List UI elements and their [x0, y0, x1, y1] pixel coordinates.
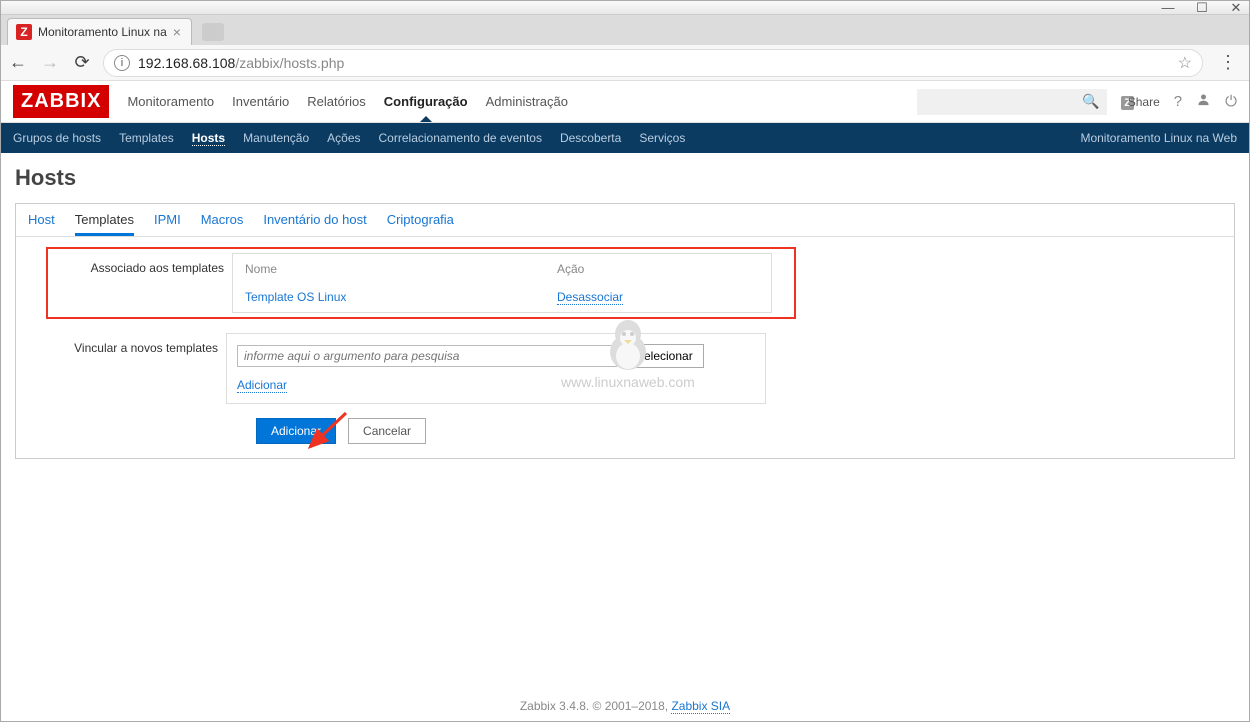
subnav-descoberta[interactable]: Descoberta [560, 131, 621, 145]
link-new-box: Selecionar Adicionar [226, 333, 766, 404]
window-titlebar: — ☐ ✕ [1, 1, 1249, 15]
reload-button[interactable]: ⟳ [71, 52, 93, 73]
host-tabs: Host Templates IPMI Macros Inventário do… [16, 204, 1234, 237]
forward-button[interactable]: → [39, 52, 61, 73]
help-icon[interactable]: ? [1174, 93, 1182, 110]
form-area: Associado aos templates Nome Ação Templa… [16, 237, 1234, 444]
tab-templates[interactable]: Templates [75, 212, 134, 236]
add-button[interactable]: Adicionar [256, 418, 336, 444]
subnav-correlacionamento[interactable]: Correlacionamento de eventos [379, 131, 542, 145]
browser-toolbar: ← → ⟳ i 192.168.68.108/zabbix/hosts.php … [1, 45, 1249, 81]
tab-ipmi[interactable]: IPMI [154, 212, 181, 236]
associated-templates-table: Nome Ação Template OS Linux Desassociar [232, 253, 772, 313]
new-tab-button[interactable] [202, 23, 224, 41]
subnav-manutencao[interactable]: Manutenção [243, 131, 309, 145]
cancel-button[interactable]: Cancelar [348, 418, 426, 444]
label-associated: Associado aos templates [52, 253, 232, 275]
subnav-right-text: Monitoramento Linux na Web [1080, 131, 1237, 145]
tab-close-icon[interactable]: × [173, 24, 181, 40]
template-link[interactable]: Template OS Linux [245, 290, 346, 304]
back-button[interactable]: ← [7, 52, 29, 73]
tab-inventario[interactable]: Inventário do host [263, 212, 366, 236]
subnav-templates[interactable]: Templates [119, 131, 174, 145]
tab-criptografia[interactable]: Criptografia [387, 212, 454, 236]
browser-tab-title: Monitoramento Linux na [38, 25, 167, 39]
footer: Zabbix 3.4.8. © 2001–2018, Zabbix SIA [1, 699, 1249, 713]
favicon-icon: Z [16, 24, 32, 40]
top-nav: Monitoramento Inventário Relatórios Conf… [127, 82, 568, 121]
dropdown-indicator-icon [420, 116, 432, 122]
page-content: Hosts Host Templates IPMI Macros Inventá… [1, 153, 1249, 471]
label-link-new: Vincular a novos templates [46, 333, 226, 355]
template-search-input[interactable] [237, 345, 617, 367]
url-path: /zabbix/hosts.php [235, 55, 344, 71]
topnav-relatorios[interactable]: Relatórios [307, 82, 366, 121]
col-header-name: Nome [235, 256, 545, 282]
browser-tabstrip: Z Monitoramento Linux na × [1, 15, 1249, 45]
main-panel: Host Templates IPMI Macros Inventário do… [15, 203, 1235, 459]
tab-macros[interactable]: Macros [201, 212, 244, 236]
global-search[interactable]: 🔍 [917, 89, 1107, 115]
site-info-icon[interactable]: i [114, 55, 130, 71]
address-bar[interactable]: i 192.168.68.108/zabbix/hosts.php ☆ [103, 49, 1203, 77]
add-template-link[interactable]: Adicionar [237, 378, 287, 393]
subnav-acoes[interactable]: Ações [327, 131, 360, 145]
topnav-inventario[interactable]: Inventário [232, 82, 289, 121]
button-row: Adicionar Cancelar [256, 418, 1234, 444]
footer-text: Zabbix 3.4.8. © 2001–2018, [520, 699, 672, 713]
tab-host[interactable]: Host [28, 212, 55, 236]
table-row: Template OS Linux Desassociar [235, 284, 769, 310]
subnav-servicos[interactable]: Serviços [639, 131, 685, 145]
window-close-button[interactable]: ✕ [1229, 1, 1243, 15]
zabbix-subnav: Grupos de hosts Templates Hosts Manutenç… [1, 123, 1249, 153]
user-icon[interactable] [1196, 92, 1211, 111]
col-header-action: Ação [547, 256, 769, 282]
bookmark-star-icon[interactable]: ☆ [1178, 53, 1192, 73]
topnav-configuracao[interactable]: Configuração [384, 82, 468, 121]
subnav-grupos[interactable]: Grupos de hosts [13, 131, 101, 145]
browser-window: — ☐ ✕ Z Monitoramento Linux na × ← → ⟳ i… [0, 0, 1250, 722]
unlink-action[interactable]: Desassociar [557, 290, 623, 305]
footer-link[interactable]: Zabbix SIA [671, 699, 730, 714]
topnav-administracao[interactable]: Administração [486, 82, 568, 121]
global-search-input[interactable] [925, 95, 1082, 109]
zabbix-logo[interactable]: ZABBIX [13, 85, 109, 118]
page-title: Hosts [15, 165, 1235, 191]
browser-tab-active[interactable]: Z Monitoramento Linux na × [7, 18, 192, 45]
window-minimize-button[interactable]: — [1161, 1, 1175, 15]
topnav-monitoramento[interactable]: Monitoramento [127, 82, 214, 121]
window-maximize-button[interactable]: ☐ [1195, 1, 1209, 15]
browser-menu-button[interactable]: ⋮ [1213, 52, 1243, 73]
highlight-box: Associado aos templates Nome Ação Templa… [46, 247, 796, 319]
power-icon[interactable]: ⏻ [1225, 93, 1237, 110]
select-button[interactable]: Selecionar [625, 344, 704, 368]
share-link[interactable]: Share [1128, 95, 1160, 109]
search-icon[interactable]: 🔍 [1082, 93, 1099, 110]
url-host: 192.168.68.108 [138, 55, 235, 71]
subnav-hosts[interactable]: Hosts [192, 131, 225, 146]
zabbix-header: ZABBIX Monitoramento Inventário Relatóri… [1, 81, 1249, 123]
